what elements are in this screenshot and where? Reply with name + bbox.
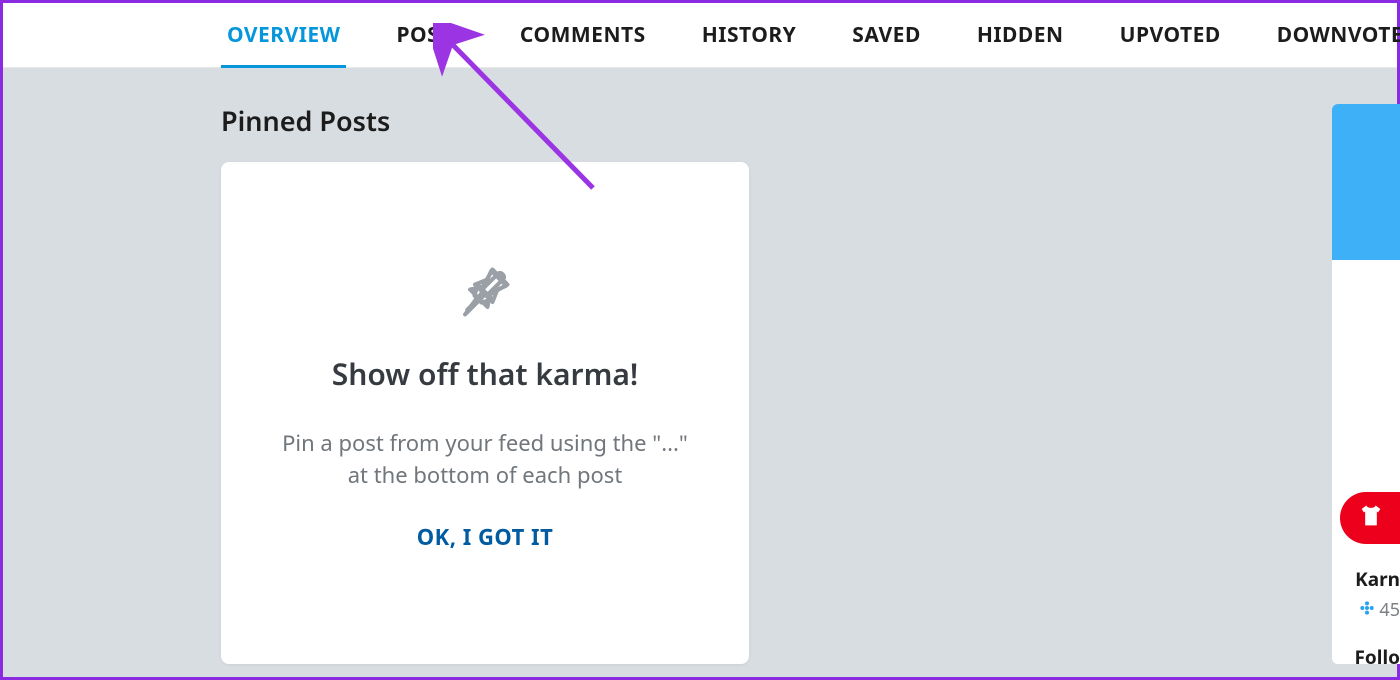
content-area: Pinned Posts Show off that karma! Pin a … [3, 68, 1397, 677]
profile-sidebar: Karn 45 Follo [1332, 104, 1400, 664]
tab-overview[interactable]: OVERVIEW [221, 3, 346, 68]
pin-icon [455, 262, 515, 327]
tab-downvoted[interactable]: DOWNVOTED [1271, 3, 1400, 68]
sidebar-banner [1332, 104, 1400, 260]
style-avatar-button[interactable] [1340, 492, 1400, 544]
profile-tabbar: OVERVIEW POSTS COMMENTS HISTORY SAVED HI… [3, 3, 1397, 68]
tab-saved[interactable]: SAVED [846, 3, 927, 68]
tab-hidden[interactable]: HIDDEN [971, 3, 1070, 68]
sidebar-karma-number: 45 [1379, 598, 1400, 622]
tab-posts[interactable]: POSTS [390, 3, 469, 68]
sidebar-karma-value: 45 [1359, 598, 1400, 622]
tab-upvoted[interactable]: UPVOTED [1114, 3, 1227, 68]
sidebar-followers-label: Follo [1354, 644, 1400, 664]
section-title-pinned: Pinned Posts [221, 102, 390, 139]
pinned-card-body: Pin a post from your feed using the "...… [270, 428, 700, 492]
tab-comments[interactable]: COMMENTS [514, 3, 652, 68]
tab-history[interactable]: HISTORY [696, 3, 803, 68]
karma-flower-icon [1359, 598, 1375, 622]
pinned-posts-card: Show off that karma! Pin a post from you… [221, 162, 749, 664]
sidebar-karma-label: Karn [1355, 566, 1400, 592]
shirt-icon [1357, 502, 1385, 535]
pinned-card-headline: Show off that karma! [332, 353, 638, 394]
pinned-card-cta-button[interactable]: OK, I GOT IT [417, 522, 554, 552]
